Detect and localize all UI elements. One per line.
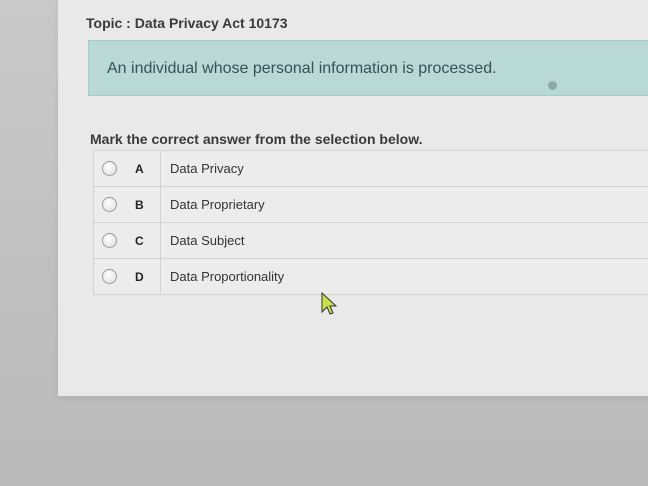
option-b-choice[interactable]: B [94,187,161,222]
instruction-text: Mark the correct answer from the selecti… [90,131,423,147]
option-b[interactable]: B Data Proprietary [93,186,648,222]
option-c[interactable]: C Data Subject [93,222,648,258]
option-letter: C [135,233,144,248]
option-label: Data Subject [170,233,245,248]
option-label: Data Proportionality [170,269,285,284]
radio-button-icon[interactable] [102,161,117,176]
option-d-choice[interactable]: D [94,259,161,294]
radio-button-icon[interactable] [102,233,117,248]
question-box: An individual whose personal information… [88,40,648,96]
option-label: Data Proprietary [170,197,265,212]
option-a-choice[interactable]: A [94,151,161,186]
mouse-cursor-icon [321,292,338,315]
option-letter: B [135,197,144,212]
option-a[interactable]: A Data Privacy [93,150,648,186]
option-label: Data Privacy [170,161,244,176]
option-d[interactable]: D Data Proportionality [93,258,648,295]
answer-options: A Data Privacy B Data Proprietary C Data… [93,150,648,295]
option-letter: A [135,161,144,176]
option-c-choice[interactable]: C [94,223,161,258]
radio-button-icon[interactable] [102,269,117,284]
option-letter: D [135,269,144,284]
radio-button-icon[interactable] [102,197,117,212]
status-dot-icon [548,81,557,90]
topic-title: Topic : Data Privacy Act 10173 [86,15,288,31]
question-text: An individual whose personal information… [107,60,497,77]
